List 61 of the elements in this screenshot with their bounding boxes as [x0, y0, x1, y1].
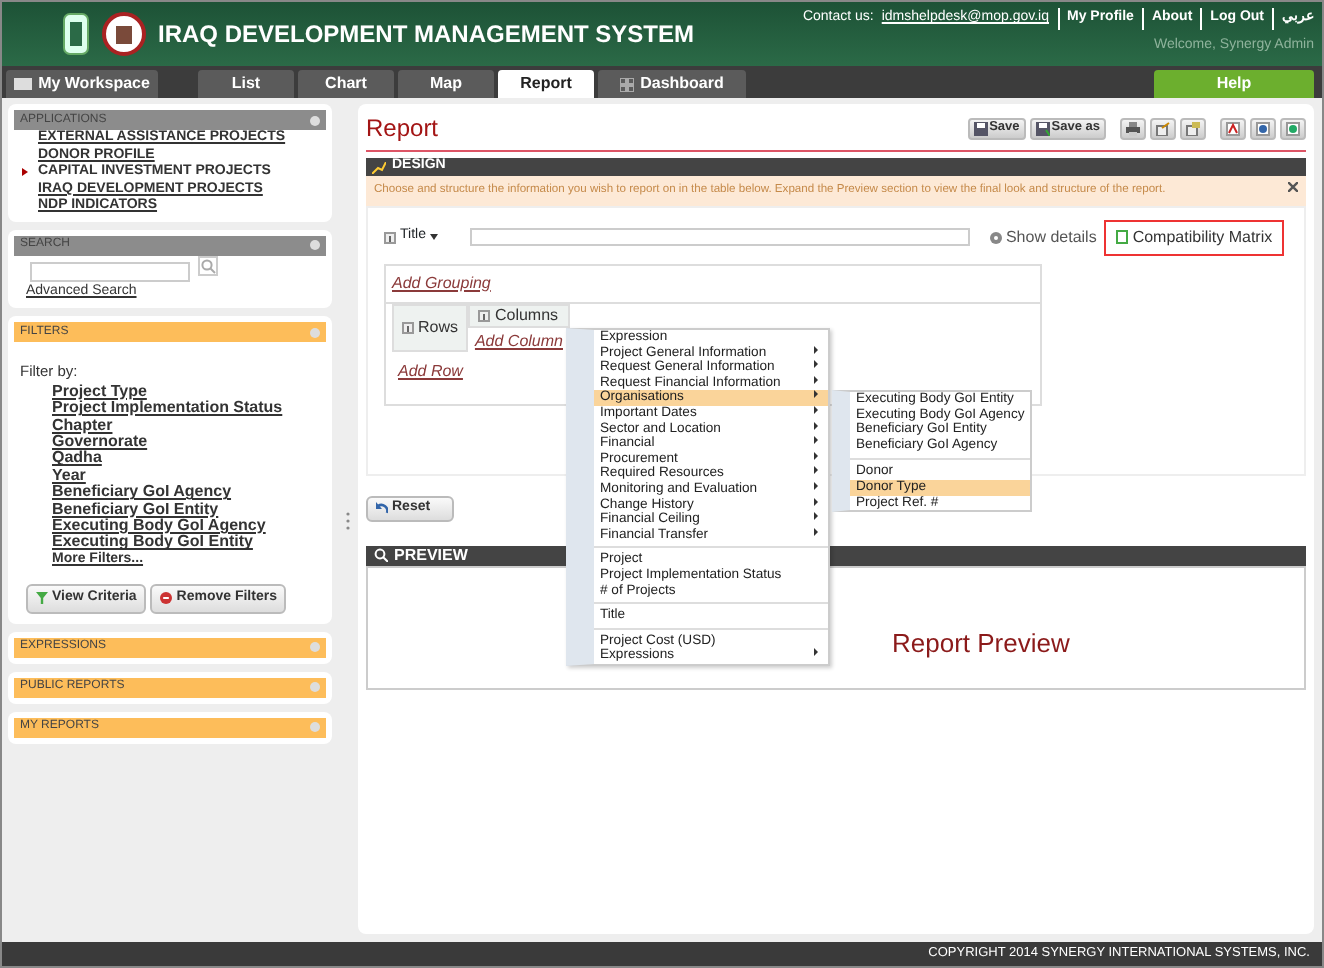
nav-tab[interactable]: Map: [398, 70, 494, 98]
preview-text: Report Preview: [892, 625, 1070, 662]
close-icon: [1288, 182, 1298, 192]
collapse-icon[interactable]: [310, 115, 320, 125]
page-title: Report: [366, 112, 439, 146]
title-field[interactable]: [469, 228, 970, 247]
add-column-link[interactable]: Add Column: [468, 327, 569, 356]
filter-link[interactable]: Executing Body GoI Entity: [14, 534, 326, 552]
filter-link[interactable]: Project Implementation Status: [14, 400, 326, 418]
toolbar-button[interactable]: [1250, 117, 1276, 139]
splitter-handle-icon: [346, 511, 350, 529]
spreadsheet-icon: [1286, 121, 1300, 135]
filter-link[interactable]: Beneficiary GoI Entity: [14, 501, 326, 518]
toolbar-button[interactable]: [1180, 117, 1206, 139]
workspace-icon: [14, 78, 33, 90]
rows-header: Rows: [392, 303, 469, 352]
search-field[interactable]: [30, 261, 190, 282]
filter-link[interactable]: Chapter: [14, 417, 326, 434]
gear-icon: [989, 231, 1002, 244]
filter-link[interactable]: Governorate: [14, 433, 326, 451]
floppy-icon: [1035, 121, 1050, 135]
nav-tab[interactable]: Report: [498, 70, 594, 98]
compatibility-matrix-link[interactable]: Compatibility Matrix: [1104, 219, 1285, 256]
columns-header: Columns: [468, 303, 569, 328]
info-icon: [478, 309, 491, 322]
word-doc-icon: [1256, 121, 1270, 135]
remove-icon: [160, 592, 173, 605]
search-icon: [198, 255, 218, 276]
info-icon: [402, 321, 414, 334]
filter-link[interactable]: Project Type: [14, 383, 326, 401]
search-icon: [374, 548, 388, 563]
collapse-icon[interactable]: [310, 240, 320, 251]
nav-tab[interactable]: List: [198, 70, 294, 98]
filter-link[interactable]: Executing Body GoI Agency: [14, 517, 326, 535]
toolbar-button[interactable]: [1220, 117, 1246, 139]
nav-tab[interactable]: Dashboard: [598, 70, 746, 98]
printer-icon: [1126, 121, 1140, 135]
undo-icon: [376, 502, 388, 515]
caret-icon: [429, 234, 438, 241]
nav-tab[interactable]: My Workspace: [6, 70, 158, 98]
toolbar-button[interactable]: [1120, 117, 1146, 139]
document-icon: [1116, 230, 1129, 245]
import-icon: [1186, 121, 1200, 135]
chart-icon: [372, 161, 386, 173]
info-icon: [384, 231, 396, 244]
nav-tab[interactable]: Chart: [298, 70, 394, 98]
submenu-arrow-icon: [814, 648, 818, 657]
funnel-icon: [36, 592, 48, 605]
toolbar-button[interactable]: [1150, 117, 1176, 139]
filter-link[interactable]: Qadha: [14, 450, 326, 468]
section-title: PREVIEW: [394, 543, 468, 568]
pdf-icon: [1226, 121, 1240, 135]
filter-link[interactable]: Year: [14, 467, 326, 485]
arrow-icon: [22, 168, 28, 177]
app-title: IRAQ DEVELOPMENT MANAGEMENT SYSTEM: [158, 18, 695, 52]
grid-icon: [620, 77, 635, 91]
floppy-icon: [973, 121, 988, 135]
show-details-link[interactable]: Show details: [989, 225, 1097, 250]
filter-link[interactable]: Beneficiary GoI Agency: [14, 484, 326, 502]
add-row-link[interactable]: Add Row: [392, 351, 469, 392]
export-icon: [1156, 121, 1170, 135]
